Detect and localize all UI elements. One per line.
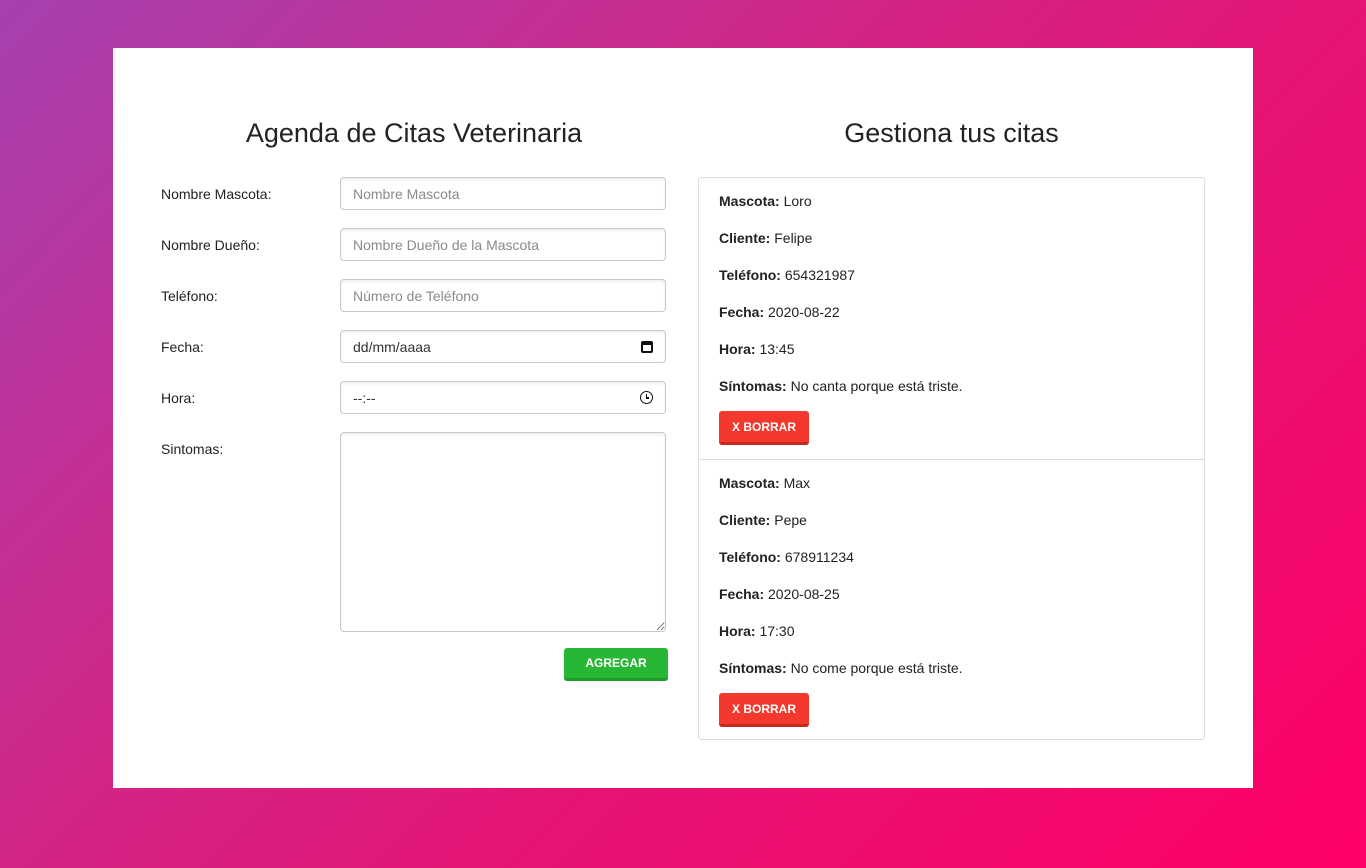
appointment-list: Mascota: Loro Cliente: Felipe Teléfono: … <box>698 177 1205 740</box>
symptoms-label: Síntomas: <box>719 660 787 676</box>
time-label: Hora: <box>161 390 196 406</box>
appointment-phone: Teléfono: 654321987 <box>719 267 855 283</box>
date-label: Fecha: <box>719 304 765 320</box>
add-button[interactable]: AGREGAR <box>564 648 668 681</box>
symptoms-row: Sintomas: <box>161 432 668 632</box>
symptoms-textarea[interactable] <box>340 432 666 632</box>
appointment-time: Hora: 13:45 <box>719 341 795 357</box>
appointments-title: Gestiona tus citas <box>844 118 1059 148</box>
date-label: Fecha: <box>161 339 204 355</box>
date-label: Fecha: <box>719 586 765 602</box>
pet-name-row: Nombre Mascota: <box>161 177 668 213</box>
time-value: 17:30 <box>759 623 795 639</box>
appointment-date: Fecha: 2020-08-22 <box>719 304 840 320</box>
appointment-client: Cliente: Felipe <box>719 230 812 246</box>
appointment-pet: Mascota: Max <box>719 475 810 491</box>
owner-name-input[interactable] <box>340 228 666 261</box>
phone-input[interactable] <box>340 279 666 312</box>
phone-label: Teléfono: <box>719 267 781 283</box>
appointment-phone: Teléfono: 678911234 <box>719 549 854 565</box>
time-input-value: --:-- <box>353 389 376 406</box>
date-value: 2020-08-22 <box>768 304 840 320</box>
appointment-item: Mascota: Max Cliente: Pepe Teléfono: 678… <box>699 459 1204 740</box>
appointment-client: Cliente: Pepe <box>719 512 807 528</box>
phone-value: 654321987 <box>784 267 855 283</box>
owner-name-label: Nombre Dueño: <box>161 237 260 253</box>
pet-value: Loro <box>783 193 812 209</box>
phone-label: Teléfono: <box>719 549 781 565</box>
pet-label: Mascota: <box>719 475 780 491</box>
client-label: Cliente: <box>719 230 771 246</box>
symptoms-label: Sintomas: <box>161 441 224 457</box>
symptoms-label: Síntomas: <box>719 378 787 394</box>
delete-button[interactable]: X BORRAR <box>719 693 809 727</box>
form-title: Agenda de Citas Veterinaria <box>245 118 583 148</box>
client-label: Cliente: <box>719 512 771 528</box>
appointment-date: Fecha: 2020-08-25 <box>719 586 840 602</box>
date-row: Fecha: dd/mm/aaaa <box>161 330 668 366</box>
time-label: Hora: <box>719 341 756 357</box>
pet-value: Max <box>783 475 811 491</box>
phone-value: 678911234 <box>784 549 854 565</box>
appointment-pet: Mascota: Loro <box>719 193 812 209</box>
time-value: 13:45 <box>759 341 795 357</box>
owner-name-row: Nombre Dueño: <box>161 228 668 264</box>
pet-label: Mascota: <box>719 193 780 209</box>
time-label: Hora: <box>719 623 756 639</box>
appointment-time: Hora: 17:30 <box>719 623 795 639</box>
appointment-symptoms: Síntomas: No come porque está triste. <box>719 660 963 676</box>
phone-row: Teléfono: <box>161 279 668 315</box>
date-value: 2020-08-25 <box>768 586 840 602</box>
phone-label: Teléfono: <box>161 288 218 304</box>
appointment-symptoms: Síntomas: No canta porque está triste. <box>719 378 963 394</box>
clock-icon[interactable] <box>640 391 653 404</box>
time-row: Hora: --:-- <box>161 381 668 417</box>
date-input-value: dd/mm/aaaa <box>353 338 431 355</box>
pet-name-label: Nombre Mascota: <box>161 186 272 202</box>
main-card: Agenda de Citas Veterinaria Gestiona tus… <box>113 48 1253 788</box>
calendar-icon[interactable] <box>641 340 653 353</box>
pet-name-input[interactable] <box>340 177 666 210</box>
symptoms-value: No come porque está triste. <box>790 660 963 676</box>
appointment-item: Mascota: Loro Cliente: Felipe Teléfono: … <box>699 178 1204 459</box>
client-value: Felipe <box>774 230 813 246</box>
client-value: Pepe <box>774 512 807 528</box>
symptoms-value: No canta porque está triste. <box>790 378 963 394</box>
date-input[interactable]: dd/mm/aaaa <box>340 330 666 363</box>
time-input[interactable]: --:-- <box>340 381 666 414</box>
delete-button[interactable]: X BORRAR <box>719 411 809 445</box>
